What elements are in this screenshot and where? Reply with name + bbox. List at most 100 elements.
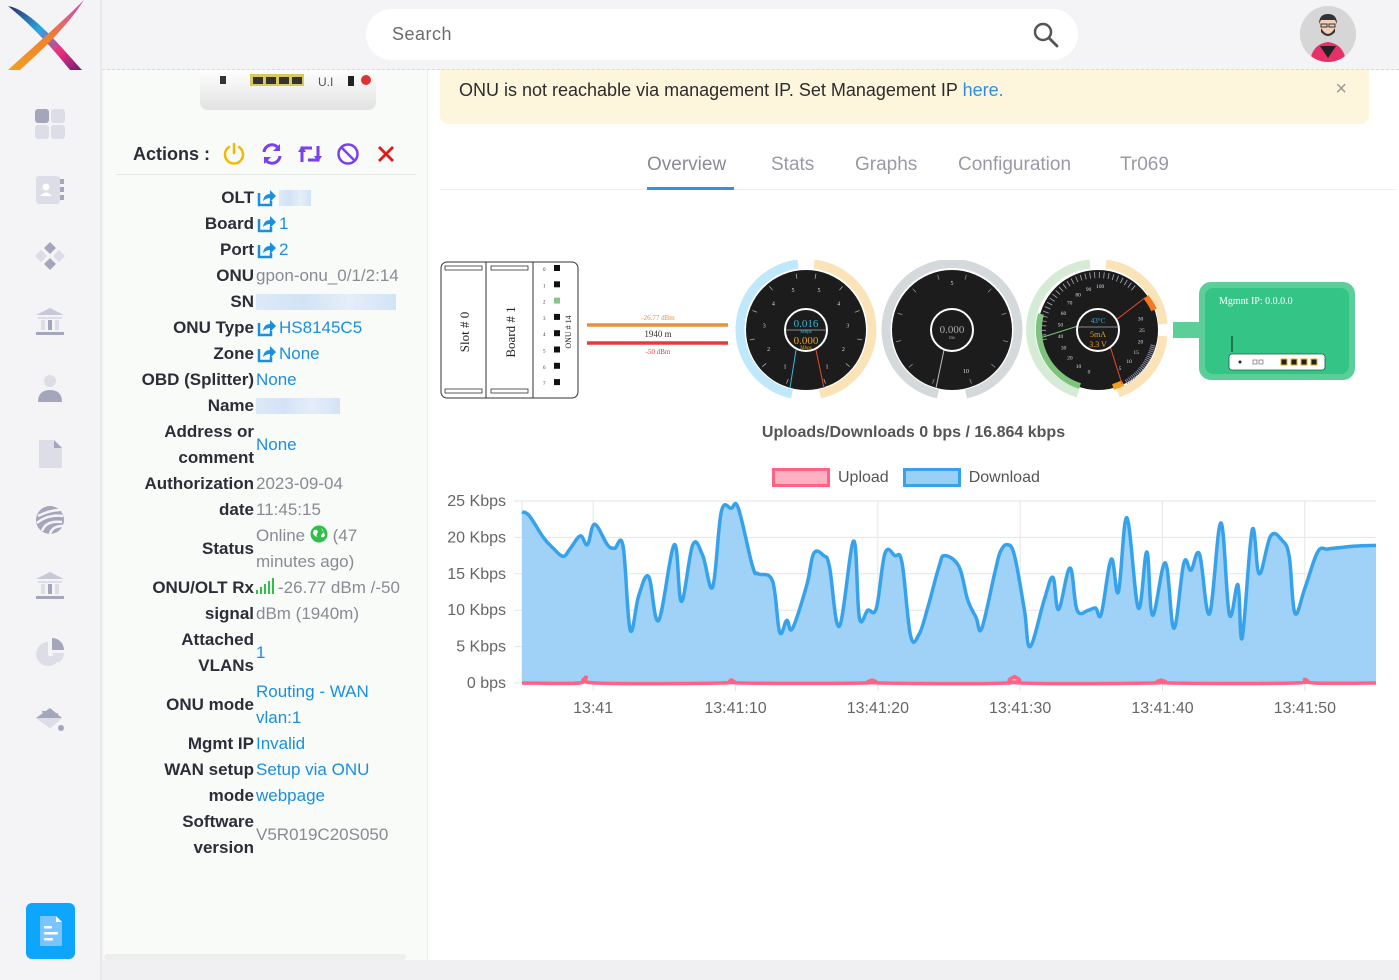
x-tick-label: 13:41:50 [1274, 700, 1336, 717]
detail-onu-type: ONU Type HS8145C5 [104, 315, 428, 341]
speed-tick-label: 1 [784, 364, 787, 370]
nav-dashboard[interactable] [30, 104, 70, 144]
onu-topology-diagram: Slot # 0 Board # 1 ONU # 14 01234567 -26… [440, 260, 1355, 399]
temp-tick-label: 20 [1067, 356, 1073, 362]
olt-value[interactable] [279, 190, 311, 206]
port-value[interactable]: 2 [279, 237, 288, 263]
alert-close-button[interactable]: × [1335, 78, 1347, 101]
external-link-icon[interactable] [256, 240, 276, 260]
obd-label: OBD (Splitter) [141, 370, 254, 389]
tab-stats[interactable]: Stats [771, 154, 814, 176]
mgmt-ip-text: Mgmnt IP: 0.0.0.0 [1219, 296, 1293, 307]
bank-icon [36, 308, 64, 335]
status-label: Status [202, 539, 254, 558]
temp-tick-label: 90 [1086, 287, 1092, 293]
address-value[interactable]: None [256, 432, 297, 458]
port-label: Port [220, 240, 254, 259]
y-tick-label: 15 Kbps [447, 566, 506, 583]
legend-upload-label[interactable]: Upload [838, 469, 889, 487]
speed-tick-label: 5 [817, 288, 820, 294]
warning-alert: ONU is not reachable via management IP. … [440, 70, 1369, 124]
external-link-icon[interactable] [256, 188, 276, 208]
nav-reports[interactable] [30, 632, 70, 672]
temp-tick-label: 10 [1076, 364, 1082, 370]
tab-graphs[interactable]: Graphs [855, 154, 917, 176]
nav-files[interactable] [30, 434, 70, 474]
speed-tick-label: 2 [767, 347, 770, 353]
detail-wan-setup: WAN setup mode Setup via ONU webpage [104, 757, 428, 809]
detail-board: Board 1 [104, 211, 428, 237]
address-label-1: Address or [164, 422, 254, 441]
nav-documents-active[interactable] [26, 903, 75, 959]
detail-software: Software version V5R019C20S050 [104, 809, 428, 861]
latency-unit: ms [949, 336, 955, 341]
onu-mode-value-2[interactable]: vlan:1 [256, 705, 301, 731]
detail-signal: ONU/OLT Rx signal -26.77 dBm /-50 dBm (19… [104, 575, 428, 627]
detail-onu-mode: ONU mode Routing - WAN vlan:1 [104, 679, 428, 731]
onu-mode-label: ONU mode [166, 695, 254, 714]
disable-onu-button[interactable] [334, 140, 362, 168]
tab-overview[interactable]: Overview [647, 154, 726, 176]
fiber-link: -26.77 dBm 1940 m -50 dBm [587, 314, 728, 356]
nav-bank-2[interactable] [30, 566, 70, 606]
mgmt-ip-value[interactable]: Invalid [256, 731, 421, 757]
nav-bank[interactable] [30, 302, 70, 342]
x-tick-label: 13:41 [573, 700, 613, 717]
onu-mode-value-1[interactable]: Routing - WAN [256, 679, 369, 705]
zone-label: Zone [213, 344, 254, 363]
refresh-icon [262, 143, 282, 165]
vlans-value[interactable]: 1 [256, 640, 265, 666]
port-indicator [554, 362, 560, 369]
footer-bar [102, 960, 1399, 980]
app-logo[interactable] [0, 0, 102, 72]
nav-apps[interactable] [30, 236, 70, 276]
external-link-icon[interactable] [256, 214, 276, 234]
pie-chart-icon [36, 638, 64, 666]
temp-tick-label: 70 [1067, 301, 1073, 307]
nav-tools[interactable] [30, 698, 70, 738]
delete-onu-button[interactable] [372, 140, 400, 168]
vlans-label-1: Attached [181, 630, 254, 649]
external-link-icon[interactable] [256, 344, 276, 364]
speed-tick-label: 3 [763, 324, 766, 330]
bank-icon-2 [36, 572, 64, 599]
detail-auth-date: Authorization date 2023-09-04 11:45:15 [104, 471, 428, 523]
obd-value[interactable]: None [256, 367, 421, 393]
restore-defaults-button[interactable] [296, 140, 324, 168]
external-link-icon[interactable] [256, 318, 276, 338]
search-button[interactable] [1032, 21, 1060, 54]
resync-config-button[interactable] [258, 140, 286, 168]
detail-name: Name [104, 393, 428, 419]
tab-configuration[interactable]: Configuration [958, 154, 1071, 176]
zone-value[interactable]: None [279, 341, 320, 367]
detail-olt: OLT [104, 185, 428, 211]
sidebar [0, 0, 102, 980]
user-avatar[interactable] [1300, 6, 1356, 62]
globe-yarn-icon [36, 506, 64, 535]
onu-type-value[interactable]: HS8145C5 [279, 315, 362, 341]
nav-contacts[interactable] [30, 170, 70, 210]
latency-tick-5: 5 [951, 281, 954, 287]
distance-label: 1940 m [644, 329, 671, 339]
legend-download-label[interactable]: Download [969, 469, 1040, 487]
volt-tick-label: 30 [1138, 317, 1144, 323]
name-value[interactable] [256, 398, 340, 414]
tab-tr069[interactable]: Tr069 [1120, 154, 1169, 176]
temp-tick-label: 40 [1058, 334, 1064, 340]
search-input[interactable] [392, 21, 1012, 47]
port-indicator [554, 313, 560, 320]
signal-label-1: ONU/OLT Rx [152, 578, 254, 597]
board-label: Board # 1 [503, 306, 518, 357]
reboot-button[interactable] [220, 140, 248, 168]
nav-network[interactable] [30, 500, 70, 540]
board-value[interactable]: 1 [279, 211, 288, 237]
set-mgmt-ip-link[interactable]: here. [963, 80, 1004, 100]
actions-label: Actions : [133, 143, 211, 164]
wan-setup-value-1[interactable]: Setup via ONU [256, 757, 369, 783]
nav-users[interactable] [30, 368, 70, 408]
port-indicator [554, 346, 560, 353]
paint-bucket-icon [36, 708, 64, 731]
detail-address: Address or comment None [104, 419, 428, 471]
wan-setup-value-2[interactable]: webpage [256, 783, 325, 809]
onu-details-panel: U.I Actions : OLT Board 1 Port 2 ONU gpo… [104, 70, 428, 960]
